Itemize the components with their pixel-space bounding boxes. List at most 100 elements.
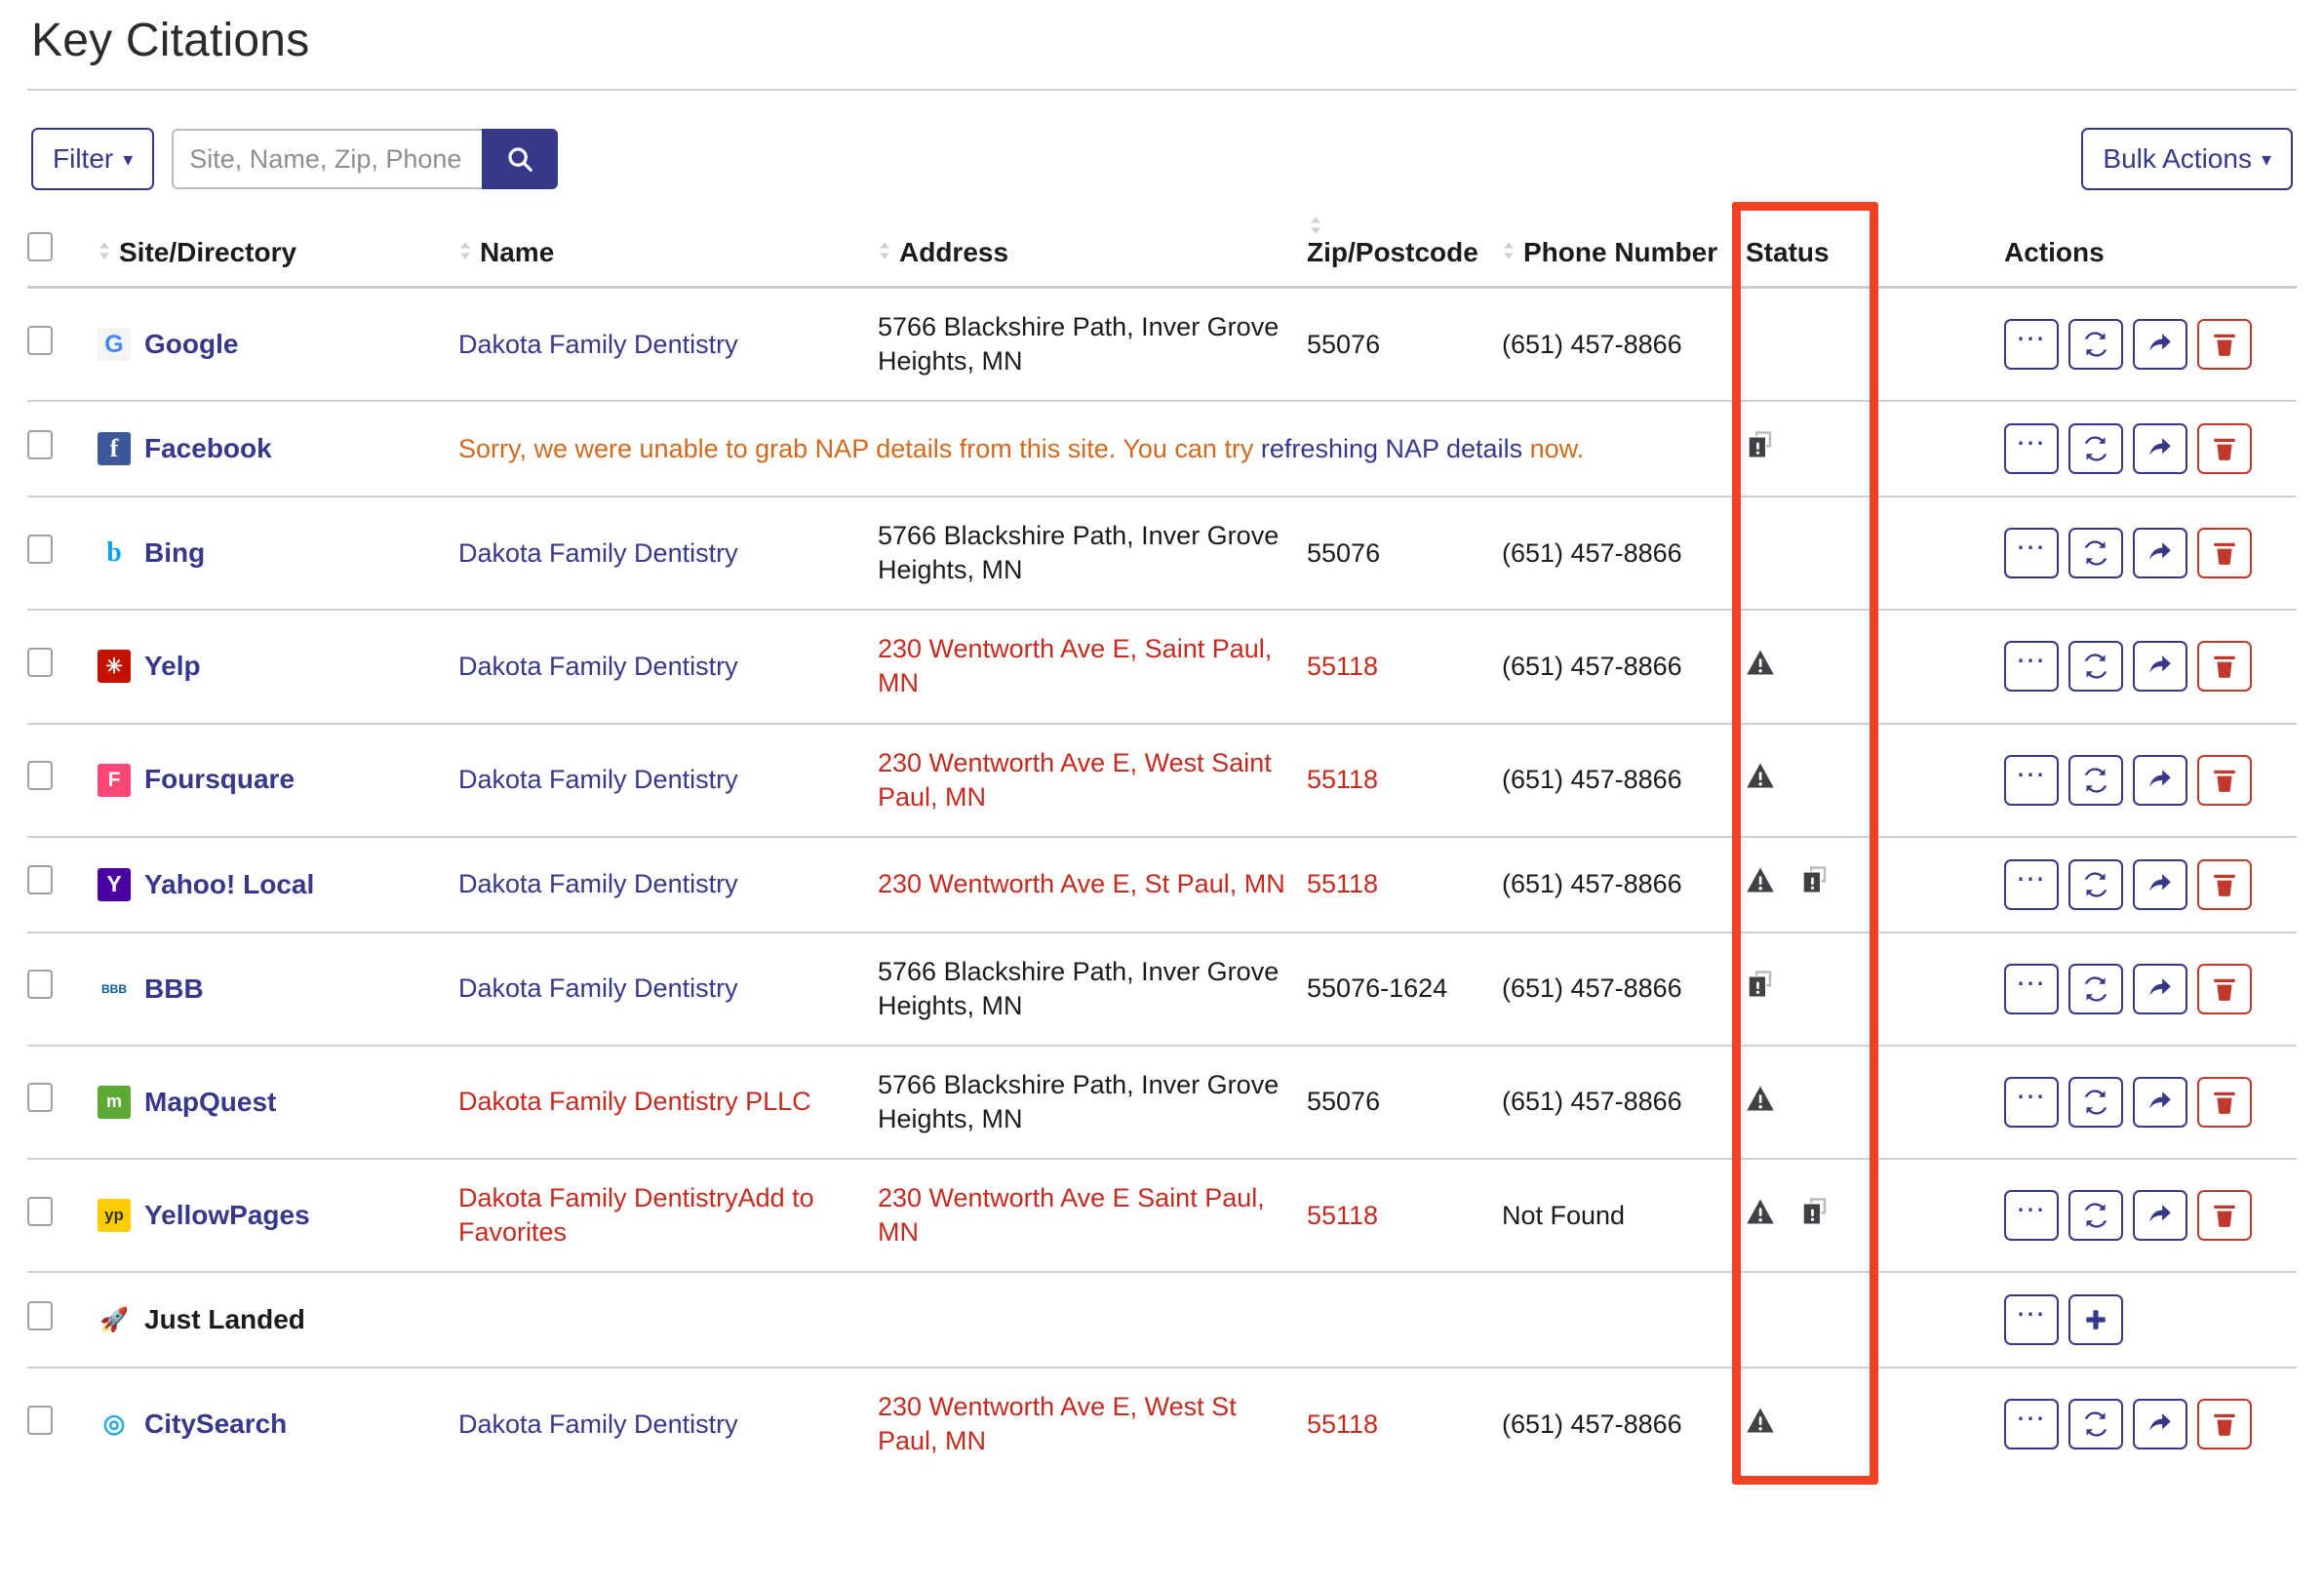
row-checkbox[interactable] bbox=[27, 648, 53, 677]
nap-warning-icon bbox=[1746, 1198, 1775, 1234]
more-actions-button[interactable]: ⋯ bbox=[2004, 1399, 2059, 1449]
refresh-nap-button[interactable] bbox=[2068, 755, 2123, 806]
refresh-nap-button[interactable] bbox=[2068, 1190, 2123, 1241]
visit-listing-button[interactable] bbox=[2133, 641, 2187, 692]
row-checkbox[interactable] bbox=[27, 1197, 53, 1226]
row-select-cell bbox=[27, 1159, 98, 1272]
search-icon bbox=[505, 144, 534, 174]
column-header-address[interactable]: Address bbox=[878, 216, 1307, 288]
visit-listing-button[interactable] bbox=[2133, 859, 2187, 910]
more-actions-button[interactable]: ⋯ bbox=[2004, 964, 2059, 1014]
site-name-link[interactable]: CitySearch bbox=[144, 1407, 287, 1442]
more-actions-button[interactable]: ⋯ bbox=[2004, 423, 2059, 474]
refresh-nap-button[interactable] bbox=[2068, 528, 2123, 578]
more-actions-button[interactable]: ⋯ bbox=[2004, 1077, 2059, 1128]
toolbar: Filter▾ Bulk Actions▾ bbox=[27, 91, 2297, 216]
delete-button[interactable] bbox=[2197, 641, 2252, 692]
search-button[interactable] bbox=[482, 129, 558, 189]
column-header-site[interactable]: Site/Directory bbox=[98, 216, 458, 288]
refresh-nap-button[interactable] bbox=[2068, 859, 2123, 910]
delete-button[interactable] bbox=[2197, 1077, 2252, 1128]
row-checkbox[interactable] bbox=[27, 1301, 53, 1330]
search-input[interactable] bbox=[172, 129, 482, 189]
refresh-nap-button[interactable] bbox=[2068, 1077, 2123, 1128]
trash-icon bbox=[2213, 1411, 2236, 1437]
phone-value: (651) 457-8866 bbox=[1502, 973, 1682, 1003]
bulk-actions-button[interactable]: Bulk Actions▾ bbox=[2081, 128, 2293, 190]
delete-button[interactable] bbox=[2197, 528, 2252, 578]
site-name-link[interactable]: MapQuest bbox=[144, 1085, 276, 1120]
delete-button[interactable] bbox=[2197, 423, 2252, 474]
nap-warning-icon bbox=[1746, 762, 1775, 798]
row-checkbox[interactable] bbox=[27, 865, 53, 894]
delete-button[interactable] bbox=[2197, 755, 2252, 806]
site-name-link[interactable]: Bing bbox=[144, 536, 205, 571]
row-checkbox[interactable] bbox=[27, 326, 53, 355]
business-name-cell[interactable]: Dakota Family Dentistry bbox=[458, 837, 878, 933]
add-citation-button[interactable] bbox=[2068, 1294, 2123, 1345]
column-header-zip[interactable]: Zip/Postcode bbox=[1307, 216, 1502, 288]
site-name-link[interactable]: Foursquare bbox=[144, 762, 295, 797]
site-name-link[interactable]: Yelp bbox=[144, 649, 201, 684]
phone-cell: (651) 457-8866 bbox=[1502, 837, 1746, 933]
column-header-phone[interactable]: Phone Number bbox=[1502, 216, 1746, 288]
more-actions-button[interactable]: ⋯ bbox=[2004, 641, 2059, 692]
delete-button[interactable] bbox=[2197, 964, 2252, 1014]
delete-button[interactable] bbox=[2197, 1399, 2252, 1449]
refresh-nap-button[interactable] bbox=[2068, 641, 2123, 692]
refresh-nap-button[interactable] bbox=[2068, 319, 2123, 370]
site-name-link[interactable]: Facebook bbox=[144, 431, 272, 466]
row-checkbox[interactable] bbox=[27, 535, 53, 564]
visit-listing-button[interactable] bbox=[2133, 1190, 2187, 1241]
refresh-icon bbox=[2083, 976, 2108, 1002]
row-checkbox[interactable] bbox=[27, 1406, 53, 1435]
page-root: Key Citations Filter▾ Bulk Actions▾ bbox=[0, 0, 2324, 1481]
row-select-cell bbox=[27, 1368, 98, 1480]
row-checkbox[interactable] bbox=[27, 1083, 53, 1112]
more-actions-button[interactable]: ⋯ bbox=[2004, 755, 2059, 806]
refresh-nap-button[interactable] bbox=[2068, 423, 2123, 474]
visit-listing-button[interactable] bbox=[2133, 1399, 2187, 1449]
more-actions-button[interactable]: ⋯ bbox=[2004, 319, 2059, 370]
actions-cell: ⋯ bbox=[2004, 933, 2297, 1046]
refresh-nap-button[interactable] bbox=[2068, 1399, 2123, 1449]
row-checkbox[interactable] bbox=[27, 970, 53, 999]
more-actions-button[interactable]: ⋯ bbox=[2004, 859, 2059, 910]
actions-cell: ⋯ bbox=[2004, 1368, 2297, 1480]
ellipsis-icon: ⋯ bbox=[2016, 1097, 2047, 1107]
visit-listing-button[interactable] bbox=[2133, 319, 2187, 370]
business-name-cell[interactable]: Dakota Family Dentistry bbox=[458, 496, 878, 610]
business-name-cell[interactable]: Dakota Family Dentistry bbox=[458, 1368, 878, 1480]
visit-listing-button[interactable] bbox=[2133, 964, 2187, 1014]
visit-listing-button[interactable] bbox=[2133, 755, 2187, 806]
refresh-nap-button[interactable] bbox=[2068, 964, 2123, 1014]
site-name-link[interactable]: Google bbox=[144, 327, 238, 362]
column-header-name[interactable]: Name bbox=[458, 216, 878, 288]
business-name-cell[interactable]: Dakota Family Dentistry bbox=[458, 610, 878, 723]
visit-listing-button[interactable] bbox=[2133, 1077, 2187, 1128]
business-name-cell[interactable]: Dakota Family Dentistry bbox=[458, 724, 878, 837]
refresh-nap-link[interactable]: refreshing NAP details bbox=[1261, 434, 1522, 463]
more-actions-button[interactable]: ⋯ bbox=[2004, 1294, 2059, 1345]
delete-button[interactable] bbox=[2197, 1190, 2252, 1241]
row-checkbox[interactable] bbox=[27, 430, 53, 459]
more-actions-button[interactable]: ⋯ bbox=[2004, 1190, 2059, 1241]
delete-button[interactable] bbox=[2197, 859, 2252, 910]
trash-icon bbox=[2213, 654, 2236, 679]
business-name-cell[interactable]: Dakota Family Dentistry bbox=[458, 288, 878, 402]
filter-button[interactable]: Filter▾ bbox=[31, 128, 154, 190]
delete-button[interactable] bbox=[2197, 319, 2252, 370]
site-name-link[interactable]: Yahoo! Local bbox=[144, 867, 314, 902]
more-actions-button[interactable]: ⋯ bbox=[2004, 528, 2059, 578]
site-name-link[interactable]: YellowPages bbox=[144, 1198, 310, 1233]
business-name-cell[interactable]: Dakota Family Dentistry bbox=[458, 933, 878, 1046]
address-value: 5766 Blackshire Path, Inver Grove Height… bbox=[878, 1070, 1279, 1133]
site-name-link[interactable]: BBB bbox=[144, 972, 204, 1007]
visit-listing-button[interactable] bbox=[2133, 423, 2187, 474]
status-cell bbox=[1746, 724, 2004, 837]
row-checkbox[interactable] bbox=[27, 761, 53, 790]
status-cell bbox=[1746, 288, 2004, 402]
select-all-checkbox[interactable] bbox=[27, 232, 53, 261]
table-row: mMapQuestDakota Family Dentistry PLLC576… bbox=[27, 1046, 2297, 1159]
visit-listing-button[interactable] bbox=[2133, 528, 2187, 578]
